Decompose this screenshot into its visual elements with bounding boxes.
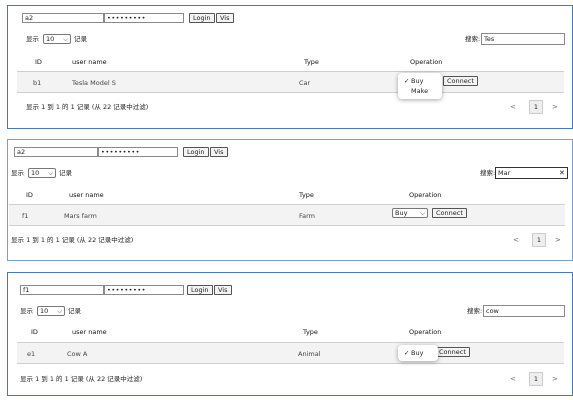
datatable-panel-2: a2 ••••••••• Login Vis 显示 10 ⌵ 记录 搜索: Ma… [7, 139, 573, 261]
password-input[interactable]: ••••••••• [104, 285, 184, 295]
row-username: Tesla Model S [72, 79, 116, 87]
length-select[interactable]: 10 ⌵ [37, 306, 65, 316]
length-prefix: 显示 [26, 35, 39, 43]
password-input[interactable]: ••••••••• [104, 13, 184, 23]
dropdown-option-make[interactable]: Make [404, 86, 436, 96]
table-row: b1 Tesla Model S Car Connect [17, 71, 564, 93]
row-type: Farm [299, 212, 316, 220]
datatable-panel-1: a2 ••••••••• Login Vis 显示 10 ⌵ 记录 搜索: Te… [7, 5, 573, 129]
operation-select[interactable]: Buy ⌵ [392, 208, 428, 218]
table-info: 显示 1 到 1 的 1 记录 (从 22 记录中过滤) [26, 103, 149, 111]
length-prefix: 显示 [11, 169, 24, 177]
pager-prev[interactable]: < [510, 375, 516, 383]
length-suffix: 记录 [74, 35, 87, 43]
column-header-username[interactable]: user name [72, 58, 107, 67]
row-id: f1 [22, 212, 29, 220]
search-label: 搜索: [467, 307, 483, 315]
chevron-down-icon: ⌵ [48, 169, 53, 177]
operation-value: Buy [395, 209, 408, 217]
pager-page-1[interactable]: 1 [529, 372, 543, 386]
pager-prev[interactable]: < [513, 236, 519, 244]
column-header-operation[interactable]: Operation [409, 328, 441, 337]
column-header-id[interactable]: ID [26, 191, 33, 200]
length-prefix: 显示 [20, 307, 33, 315]
table-info: 显示 1 到 1 的 1 记录 (从 22 记录中过滤) [11, 236, 134, 244]
column-header-username[interactable]: user name [72, 328, 107, 337]
datatable-panel-3: f1 ••••••••• Login Vis 显示 10 ⌵ 记录 搜索: co… [7, 272, 573, 396]
pager-next[interactable]: > [552, 375, 558, 383]
login-button[interactable]: Login [187, 285, 213, 295]
column-header-operation[interactable]: Operation [409, 191, 441, 200]
length-value: 10 [46, 35, 55, 43]
pager-next[interactable]: > [555, 236, 561, 244]
checkmark-icon: ✓ [404, 349, 410, 357]
column-header-type[interactable]: Type [304, 58, 319, 67]
length-suffix: 记录 [59, 169, 72, 177]
vis-button[interactable]: Vis [216, 13, 234, 23]
id-input[interactable]: f1 [20, 285, 104, 295]
connect-button[interactable]: Connect [432, 208, 467, 218]
pager-page-1[interactable]: 1 [532, 233, 546, 247]
vis-button[interactable]: Vis [210, 147, 228, 157]
column-header-type[interactable]: Type [299, 191, 314, 200]
length-select[interactable]: 10 ⌵ [43, 34, 71, 44]
login-button[interactable]: Login [189, 13, 215, 23]
operation-dropdown-menu: ✓ Buy [398, 345, 438, 361]
table-row: f1 Mars farm Farm Buy ⌵ Connect [9, 204, 565, 226]
row-type: Animal [298, 350, 321, 358]
chevron-down-icon: ⌵ [420, 209, 425, 217]
chevron-down-icon: ⌵ [63, 35, 68, 43]
dropdown-option-buy[interactable]: ✓ Buy [404, 76, 436, 86]
search-input[interactable]: cow [483, 305, 565, 317]
id-input[interactable]: a2 [14, 147, 98, 157]
length-select[interactable]: 10 ⌵ [28, 168, 56, 178]
table-info: 显示 1 到 1 的 1 记录 (从 22 记录中过滤) [20, 375, 143, 383]
search-label: 搜索: [480, 169, 496, 177]
row-id: e1 [27, 350, 36, 358]
table-row: e1 Cow A Animal Connect [17, 342, 564, 364]
pager-prev[interactable]: < [510, 103, 516, 111]
column-header-id[interactable]: ID [35, 58, 42, 67]
row-type: Car [299, 79, 311, 87]
column-header-id[interactable]: ID [31, 328, 38, 337]
id-input[interactable]: a2 [22, 13, 104, 23]
checkmark-icon: ✓ [404, 77, 410, 85]
password-input[interactable]: ••••••••• [98, 147, 178, 157]
connect-button[interactable]: Connect [443, 76, 478, 86]
column-header-operation[interactable]: Operation [410, 58, 442, 67]
connect-button[interactable]: Connect [435, 347, 470, 357]
column-header-type[interactable]: Type [303, 328, 318, 337]
length-value: 10 [40, 307, 49, 315]
dropdown-option-buy[interactable]: ✓ Buy [404, 348, 432, 358]
row-username: Mars farm [64, 212, 97, 220]
search-label: 搜索: [465, 35, 481, 43]
length-suffix: 记录 [68, 307, 81, 315]
login-button[interactable]: Login [183, 147, 209, 157]
pager-page-1[interactable]: 1 [529, 100, 543, 114]
column-header-username[interactable]: user name [69, 191, 104, 200]
row-id: b1 [33, 79, 42, 87]
row-username: Cow A [67, 350, 88, 358]
search-input[interactable]: Mar [495, 167, 568, 179]
search-input[interactable]: Tes [481, 33, 565, 45]
close-icon[interactable]: ✕ [559, 169, 565, 177]
chevron-down-icon: ⌵ [57, 307, 62, 315]
pager-next[interactable]: > [552, 103, 558, 111]
operation-dropdown-menu: ✓ Buy Make [398, 73, 442, 99]
length-value: 10 [31, 169, 40, 177]
vis-button[interactable]: Vis [214, 285, 232, 295]
